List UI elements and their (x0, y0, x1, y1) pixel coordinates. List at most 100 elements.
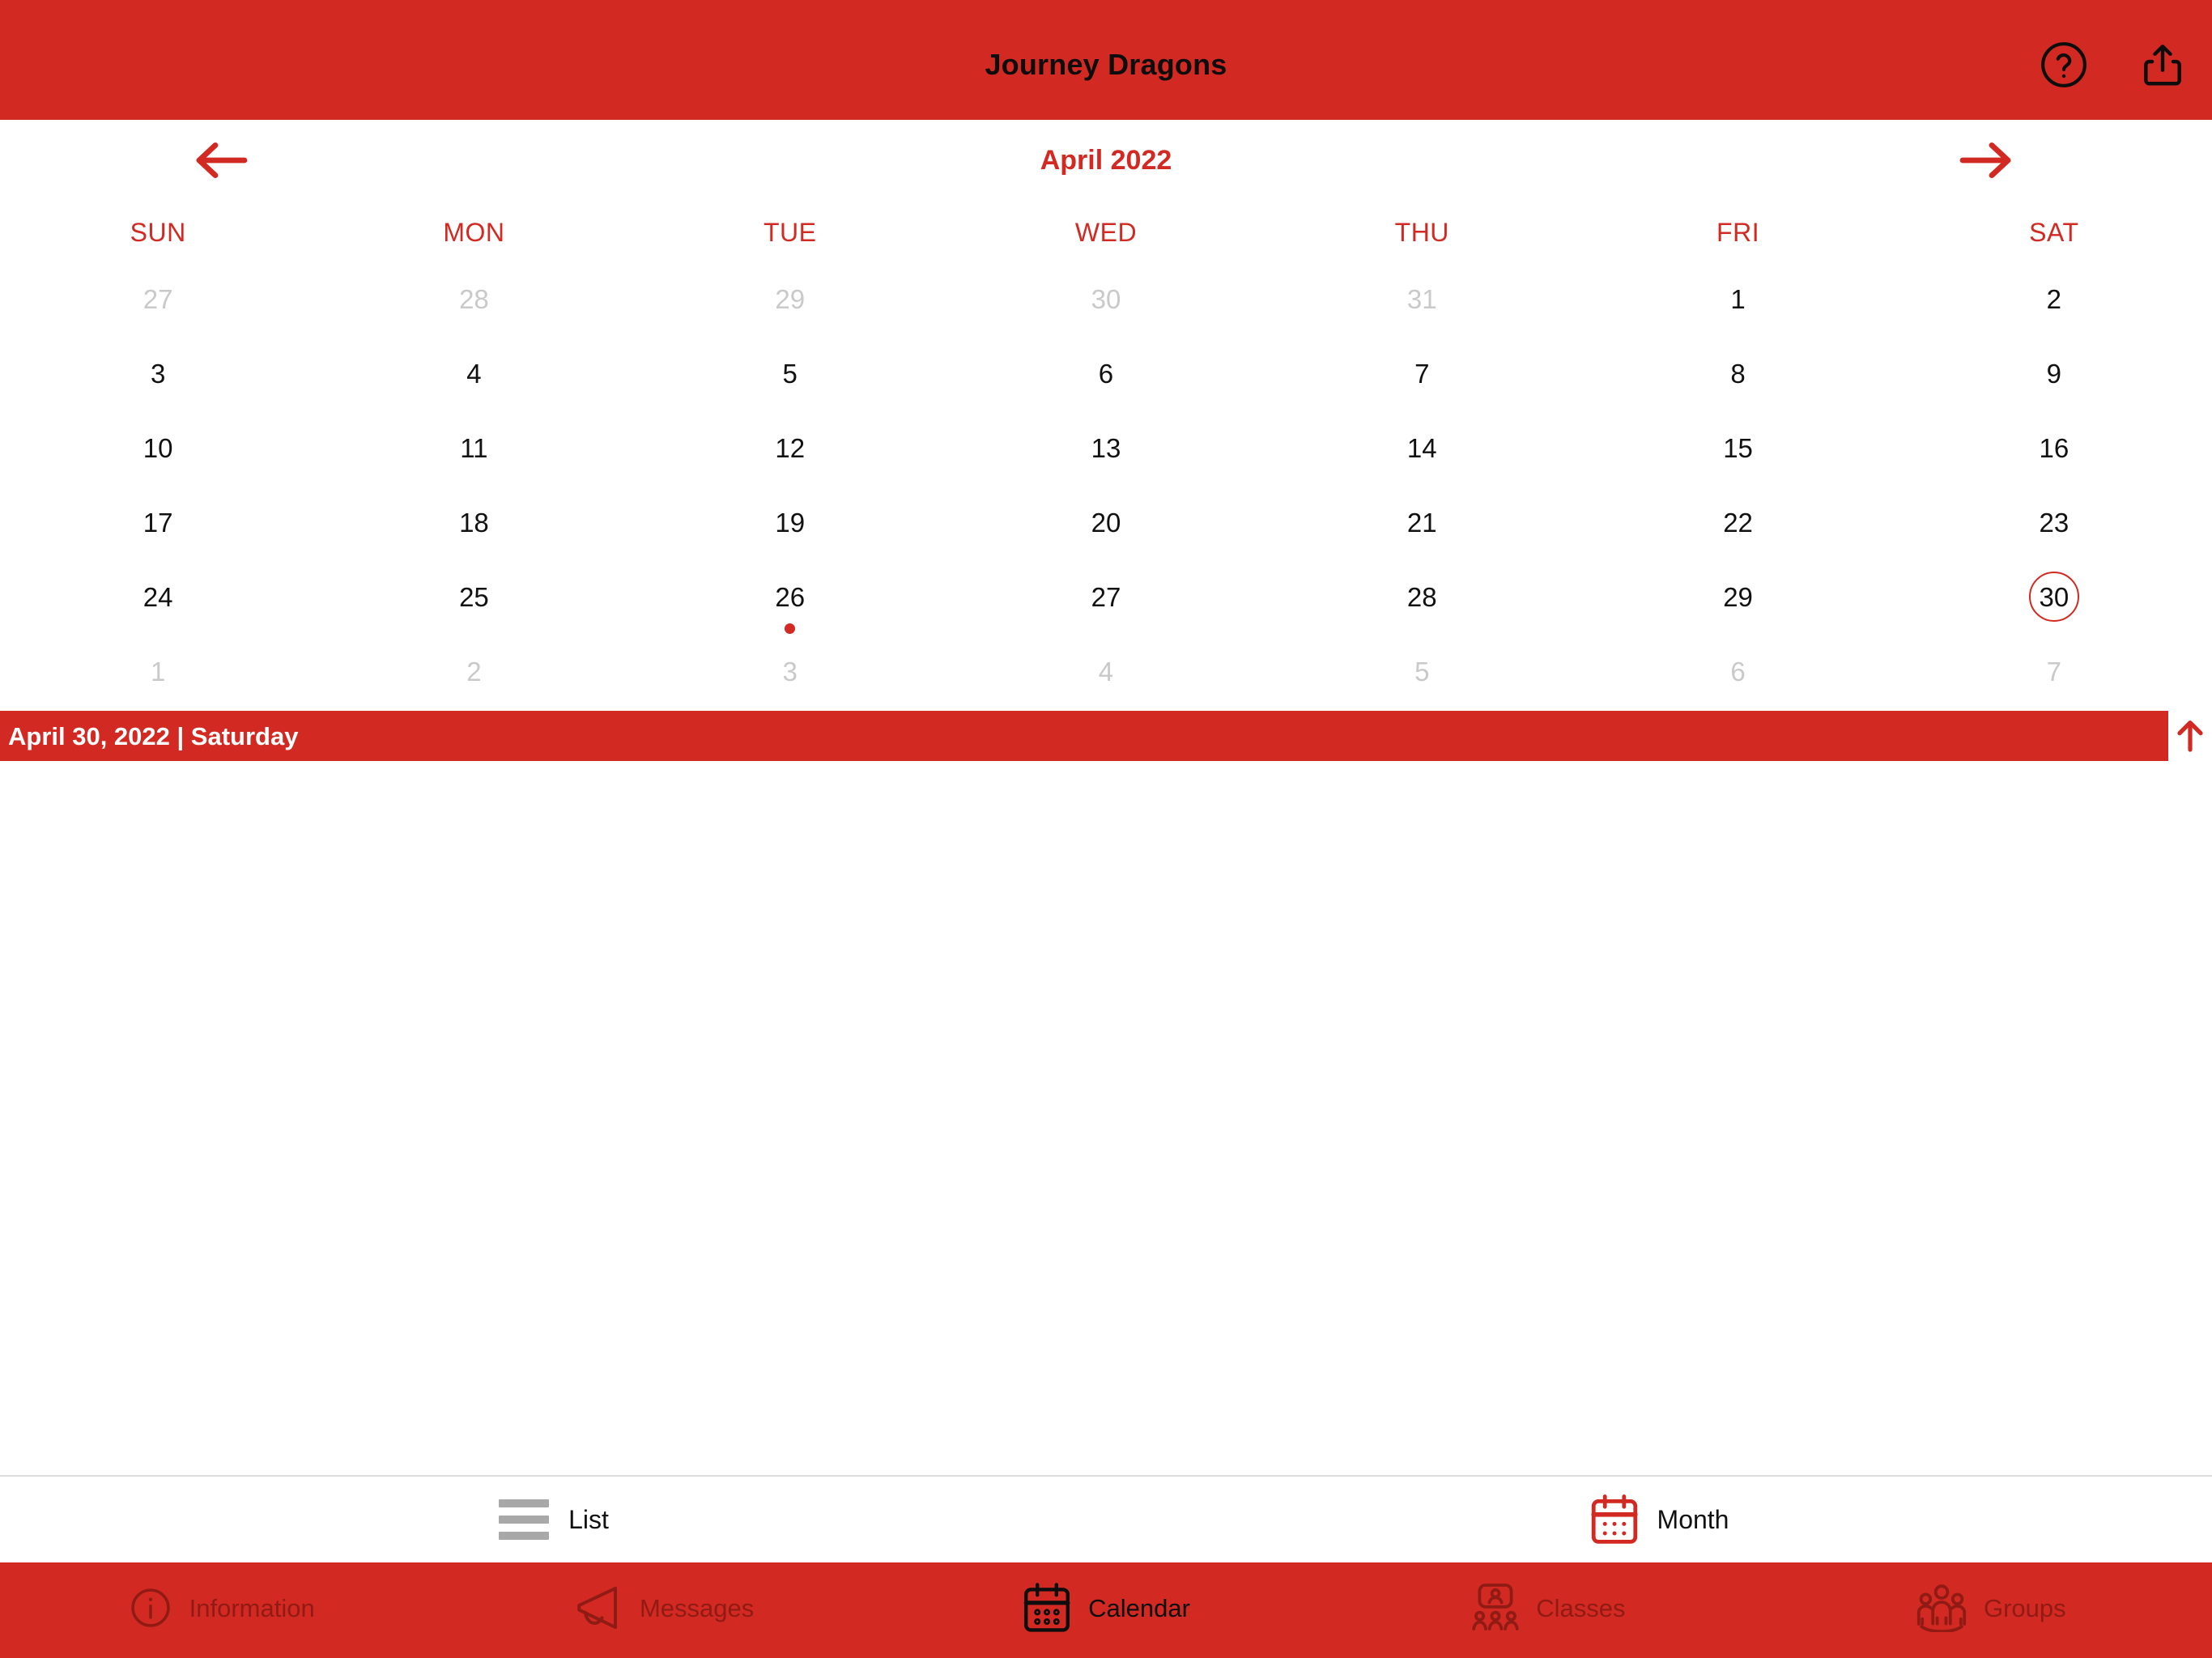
arrow-left-icon[interactable] (177, 128, 266, 193)
day-cell[interactable]: 1 (1580, 264, 1895, 338)
day-number: 12 (775, 432, 806, 463)
day-cell[interactable]: 6 (1580, 636, 1895, 711)
selected-date-bar-wrapper: April 30, 2022 | Saturday (0, 711, 2212, 761)
selected-date-label: April 30, 2022 | Saturday (8, 721, 299, 750)
day-cell[interactable]: 29 (632, 264, 948, 338)
arrow-up-icon[interactable] (2168, 711, 2212, 761)
day-cell[interactable]: 2 (316, 636, 632, 711)
day-cell[interactable]: 28 (1264, 562, 1580, 636)
view-mode-list[interactable]: List (0, 1496, 1106, 1543)
day-cell[interactable]: 6 (948, 338, 1264, 413)
share-icon[interactable] (2136, 38, 2189, 91)
weekday-label-tue: TUE (763, 217, 817, 247)
tab-messages-label: Messages (639, 1593, 755, 1622)
weekday-label-sat: SAT (2029, 217, 2079, 247)
day-number: 27 (1091, 581, 1121, 612)
day-cell[interactable]: 21 (1264, 487, 1580, 562)
day-cell[interactable]: 16 (1896, 413, 2212, 487)
day-number: 30 (2028, 572, 2079, 622)
view-mode-month-label: Month (1657, 1505, 1729, 1534)
day-number: 5 (1414, 656, 1430, 687)
day-number: 15 (1723, 432, 1753, 463)
day-cell[interactable]: 3 (632, 636, 948, 711)
weekday-label-sun: SUN (130, 217, 186, 247)
tab-information[interactable]: Information (0, 1560, 442, 1656)
day-number: 28 (1406, 581, 1437, 612)
day-cell[interactable]: 11 (316, 413, 632, 487)
tab-classes[interactable]: Classes (1327, 1560, 1769, 1656)
day-cell[interactable]: 4 (948, 636, 1264, 711)
day-cell[interactable]: 12 (632, 413, 948, 487)
day-cell[interactable]: 31 (1264, 264, 1580, 338)
tab-calendar[interactable]: Calendar (885, 1560, 1327, 1656)
day-cell[interactable]: 27 (0, 264, 316, 338)
day-cell[interactable]: 30 (1896, 562, 2212, 636)
day-number: 23 (2039, 507, 2069, 538)
day-cell[interactable]: 2 (1896, 264, 2212, 338)
megaphone-icon (573, 1584, 623, 1631)
day-cell[interactable]: 13 (948, 413, 1264, 487)
day-number: 21 (1406, 507, 1437, 538)
day-cell[interactable]: 19 (632, 487, 948, 562)
calendar-month-header: April 2022 (0, 120, 2212, 201)
day-number: 20 (1091, 507, 1121, 538)
day-number: 14 (1406, 432, 1437, 463)
page-title: Journey Dragons (985, 48, 1227, 81)
help-circle-icon[interactable] (2037, 38, 2091, 91)
day-number: 8 (1730, 358, 1746, 389)
weekday-label-wed: WED (1074, 217, 1138, 247)
day-cell[interactable]: 18 (316, 487, 632, 562)
day-cell[interactable]: 8 (1580, 338, 1895, 413)
day-cell[interactable]: 3 (0, 338, 316, 413)
tab-calendar-label: Calendar (1088, 1593, 1190, 1622)
day-cell[interactable]: 28 (316, 264, 632, 338)
arrow-right-icon[interactable] (1942, 128, 2031, 193)
day-cell[interactable]: 25 (316, 562, 632, 636)
day-cell[interactable]: 9 (1896, 338, 2212, 413)
groups-icon (1916, 1584, 1967, 1632)
day-cell[interactable]: 30 (948, 264, 1264, 338)
day-number: 2 (466, 656, 482, 687)
day-cell[interactable]: 5 (1264, 636, 1580, 711)
day-cell[interactable]: 20 (948, 487, 1264, 562)
day-cell[interactable]: 1 (0, 636, 316, 711)
tab-groups[interactable]: Groups (1770, 1560, 2212, 1656)
day-cell[interactable]: 15 (1580, 413, 1895, 487)
day-cell[interactable]: 24 (0, 562, 316, 636)
selected-date-bar: April 30, 2022 | Saturday (0, 711, 2168, 761)
month-year-label: April 2022 (1040, 144, 1172, 176)
day-number: 11 (460, 432, 488, 463)
day-number: 17 (143, 507, 173, 538)
day-number: 3 (150, 358, 166, 389)
day-cell[interactable]: 7 (1264, 338, 1580, 413)
day-number: 9 (2046, 358, 2062, 389)
day-number: 7 (2046, 656, 2062, 687)
day-number: 30 (1091, 283, 1121, 314)
view-mode-month[interactable]: Month (1106, 1493, 2212, 1546)
calendar-icon (1589, 1493, 1640, 1546)
day-number: 28 (459, 283, 489, 314)
bottom-tab-bar: Information Messages Calendar Classes Gr… (0, 1562, 2212, 1658)
day-cell[interactable]: 5 (632, 338, 948, 413)
day-cell[interactable]: 10 (0, 413, 316, 487)
day-number: 4 (466, 358, 482, 389)
day-cell[interactable]: 23 (1896, 487, 2212, 562)
day-cell[interactable]: 27 (948, 562, 1264, 636)
day-number: 6 (1098, 358, 1114, 389)
weekday-label-thu: THU (1394, 217, 1449, 247)
day-number: 18 (459, 507, 489, 538)
day-number: 19 (775, 507, 806, 538)
day-cell[interactable]: 26 (632, 562, 948, 636)
day-number: 24 (143, 581, 173, 612)
day-cell[interactable]: 17 (0, 487, 316, 562)
day-number: 5 (782, 358, 798, 389)
day-cell[interactable]: 4 (316, 338, 632, 413)
day-cell[interactable]: 29 (1580, 562, 1895, 636)
weekday-label-fri: FRI (1716, 217, 1760, 247)
tab-messages[interactable]: Messages (442, 1560, 884, 1656)
day-cell[interactable]: 14 (1264, 413, 1580, 487)
calendar-icon (1022, 1581, 1072, 1635)
day-cell[interactable]: 22 (1580, 487, 1895, 562)
day-number: 13 (1091, 432, 1121, 463)
day-cell[interactable]: 7 (1896, 636, 2212, 711)
